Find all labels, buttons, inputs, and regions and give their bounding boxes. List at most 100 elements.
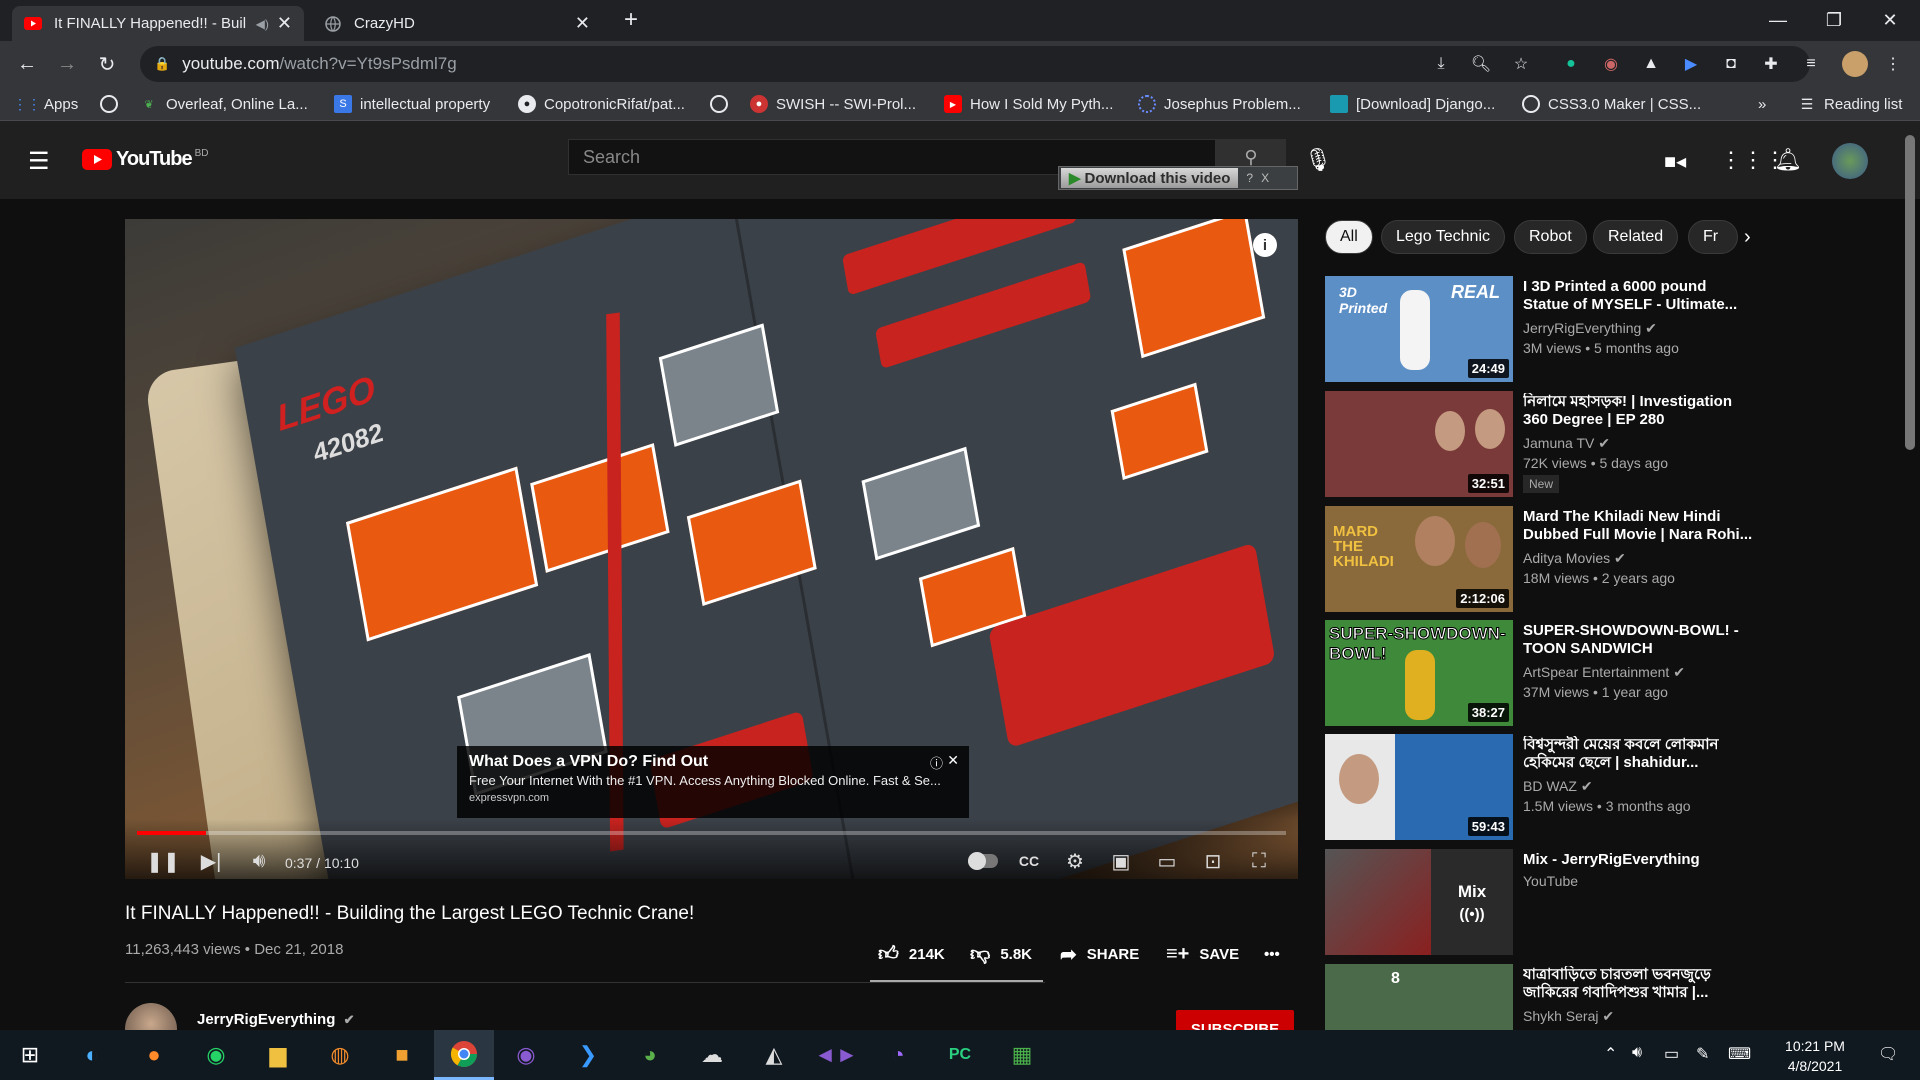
tab-audio-icon[interactable]: ◀) (256, 17, 269, 31)
tab-crazyhd[interactable]: CrazyHD ✕ (312, 6, 602, 41)
autoplay-toggle[interactable] (967, 847, 999, 875)
restore-icon[interactable]: ❐ (1806, 0, 1862, 41)
bookmark-css3-maker[interactable]: CSS3.0 Maker | CSS... (1522, 93, 1701, 115)
video-player[interactable]: LEGO 42082 i What Does a VPN Do? Find Ou… (125, 219, 1298, 879)
keyboard-icon[interactable]: ⌨ (1728, 1044, 1751, 1064)
grammarly-icon[interactable]: ● (1560, 53, 1582, 75)
download-video-button[interactable]: ▶ Download this video (1061, 168, 1239, 188)
ad-info-icon[interactable]: ⓘ (930, 753, 943, 772)
profile-avatar[interactable] (1842, 51, 1868, 77)
spreadsheet-icon[interactable]: ▦ (992, 1030, 1052, 1080)
bookmark-django[interactable]: [Download] Django... (1330, 93, 1495, 115)
download-close-button[interactable]: X (1261, 171, 1269, 185)
cloud-app-icon[interactable]: ☁ (682, 1030, 742, 1080)
download-help-button[interactable]: ? (1246, 171, 1253, 185)
visual-studio-icon[interactable]: ◄► (806, 1030, 866, 1080)
bookmark-overleaf[interactable]: ❦ Overleaf, Online La... (140, 93, 307, 115)
related-video[interactable]: MARD THE KHILADI 2:12:06 Mard The Khiladi … (1325, 506, 1755, 614)
tab-close-icon[interactable]: ✕ (575, 13, 590, 34)
network-icon[interactable]: ▭ (1664, 1044, 1679, 1064)
extension-play-icon[interactable]: ▶ (1680, 53, 1702, 75)
bookmark-swish[interactable]: ● SWISH -- SWI-Prol... (750, 93, 916, 115)
page-scrollbar[interactable] (1905, 135, 1915, 450)
close-window-icon[interactable]: ✕ (1862, 0, 1918, 41)
chip-from[interactable]: Fr (1688, 220, 1738, 254)
new-tab-button[interactable]: + (624, 6, 638, 34)
chip-lego-technic[interactable]: Lego Technic (1381, 220, 1505, 254)
chip-related[interactable]: Related (1593, 220, 1679, 254)
tab-youtube[interactable]: It FINALLY Happened!! - Buil ◀) ✕ (12, 6, 304, 41)
inkscape-icon[interactable]: ◭ (744, 1030, 804, 1080)
theater-mode-icon[interactable]: ▭ (1151, 847, 1183, 875)
file-explorer-icon[interactable]: ▆ (248, 1030, 308, 1080)
camera-icon[interactable]: ◘ (1720, 53, 1742, 75)
globe-app-icon[interactable]: ◕ (620, 1030, 680, 1080)
hamburger-menu-icon[interactable]: ☰ (28, 147, 50, 176)
pause-icon[interactable]: ❚❚ (146, 847, 180, 875)
related-video[interactable]: SUPER-SHOWDOWN-BOWL! 38:27 SUPER-SHOWDOW… (1325, 620, 1755, 728)
bookmark-apps[interactable]: ⋮⋮ Apps (13, 93, 78, 115)
bookmark-github[interactable]: ● CopotronicRifat/pat... (518, 93, 685, 115)
taskbar-clock[interactable]: 10:21 PM 4/8/2021 (1760, 1036, 1870, 1076)
related-video[interactable]: 59:43 বিশ্বসুন্দরী মেয়ের কবলে লোকমান হে… (1325, 734, 1755, 842)
windows-start-icon[interactable]: ⊞ (0, 1030, 60, 1080)
reading-list-button[interactable]: ☰ Reading list (1798, 93, 1903, 115)
extension-icon[interactable]: ▲ (1640, 53, 1662, 75)
media-queue-icon[interactable]: ≡ (1800, 53, 1822, 75)
tor-icon[interactable]: ◍ (310, 1030, 370, 1080)
vscode-icon[interactable]: ❯ (558, 1030, 618, 1080)
more-actions-icon[interactable]: ••• (1264, 942, 1280, 966)
app-icon[interactable]: ■ (372, 1030, 432, 1080)
bookmark-youtube[interactable]: ▶ How I Sold My Pyth... (944, 93, 1113, 115)
like-button[interactable]: 👍︎ 214K (878, 942, 945, 966)
minimize-icon[interactable]: — (1750, 0, 1806, 41)
related-video[interactable]: 3D Printed REAL 24:49 I 3D Printed a 6000… (1325, 276, 1755, 384)
channel-name[interactable]: JerryRigEverything ✔ (197, 1011, 354, 1028)
edge-icon[interactable]: ◐ (62, 1030, 122, 1080)
speaker-icon[interactable]: 🔊︎ (1632, 1044, 1642, 1062)
microphone-icon[interactable]: 🎙︎ (1304, 147, 1332, 173)
pen-icon[interactable]: ✎ (1696, 1044, 1709, 1064)
captions-icon[interactable]: CC (1013, 847, 1045, 875)
install-icon[interactable]: ⤓ (1430, 53, 1452, 75)
chip-robot[interactable]: Robot (1514, 220, 1587, 254)
action-center-icon[interactable]: 🗨︎ (1878, 1044, 1898, 1064)
zoom-icon[interactable]: 🔍︎ (1470, 53, 1492, 75)
puzzle-icon[interactable]: ✚ (1760, 53, 1782, 75)
back-icon[interactable]: ← (12, 49, 42, 79)
bookmark-globe[interactable] (710, 93, 736, 115)
extension-icon[interactable]: ◉ (1600, 53, 1622, 75)
chip-all[interactable]: All (1325, 220, 1373, 254)
fullscreen-icon[interactable]: ⛶ (1243, 847, 1275, 875)
forward-icon[interactable]: → (52, 49, 82, 79)
related-video[interactable]: 8 যাত্রাবাড়িতে চারতলা ভবনজুড়ে জাকিরের … (1325, 964, 1755, 1030)
related-video-mix[interactable]: Mix ((•)) Mix - JerryRigEverything YouTu… (1325, 849, 1755, 957)
bookmark-josephus[interactable]: Josephus Problem... (1138, 93, 1301, 115)
messenger-icon[interactable]: ◔ (868, 1030, 928, 1080)
chevron-right-icon[interactable]: › (1744, 226, 1751, 249)
dislike-button[interactable]: 👎︎ 5.8K (970, 942, 1032, 966)
notifications-bell-icon[interactable]: 🔔︎ (1774, 147, 1802, 173)
tray-chevron-icon[interactable]: ⌃ (1604, 1044, 1617, 1064)
create-video-icon[interactable]: ■◂ (1664, 149, 1686, 174)
info-icon[interactable]: i (1253, 233, 1277, 257)
bookmarks-overflow-button[interactable]: » (1758, 93, 1766, 115)
settings-gear-icon[interactable]: ⚙ (1059, 847, 1091, 875)
whatsapp-icon[interactable]: ◉ (186, 1030, 246, 1080)
chrome-icon[interactable] (434, 1030, 494, 1080)
bookmark-intellectual-property[interactable]: S intellectual property (334, 93, 490, 115)
youtube-logo[interactable]: YouTube BD (82, 148, 208, 171)
save-button[interactable]: ≡+ SAVE (1166, 942, 1239, 966)
menu-kebab-icon[interactable]: ⋮ (1882, 53, 1904, 75)
volume-icon[interactable]: 🔊︎ (243, 847, 275, 875)
related-video[interactable]: 32:51 নিলামে মহাসড়ক! | Investigation 36… (1325, 391, 1755, 499)
bookmark-star-icon[interactable]: ☆ (1510, 53, 1532, 75)
github-desktop-icon[interactable]: ◉ (496, 1030, 556, 1080)
miniplayer-icon[interactable]: ▣ (1105, 847, 1137, 875)
account-avatar[interactable] (1832, 143, 1868, 179)
progress-bar[interactable] (137, 831, 1286, 835)
next-icon[interactable]: ▶| (195, 847, 227, 875)
cast-icon[interactable]: ⊡ (1197, 847, 1229, 875)
reload-icon[interactable]: ↻ (92, 49, 122, 79)
bookmark-globe[interactable] (100, 93, 126, 115)
